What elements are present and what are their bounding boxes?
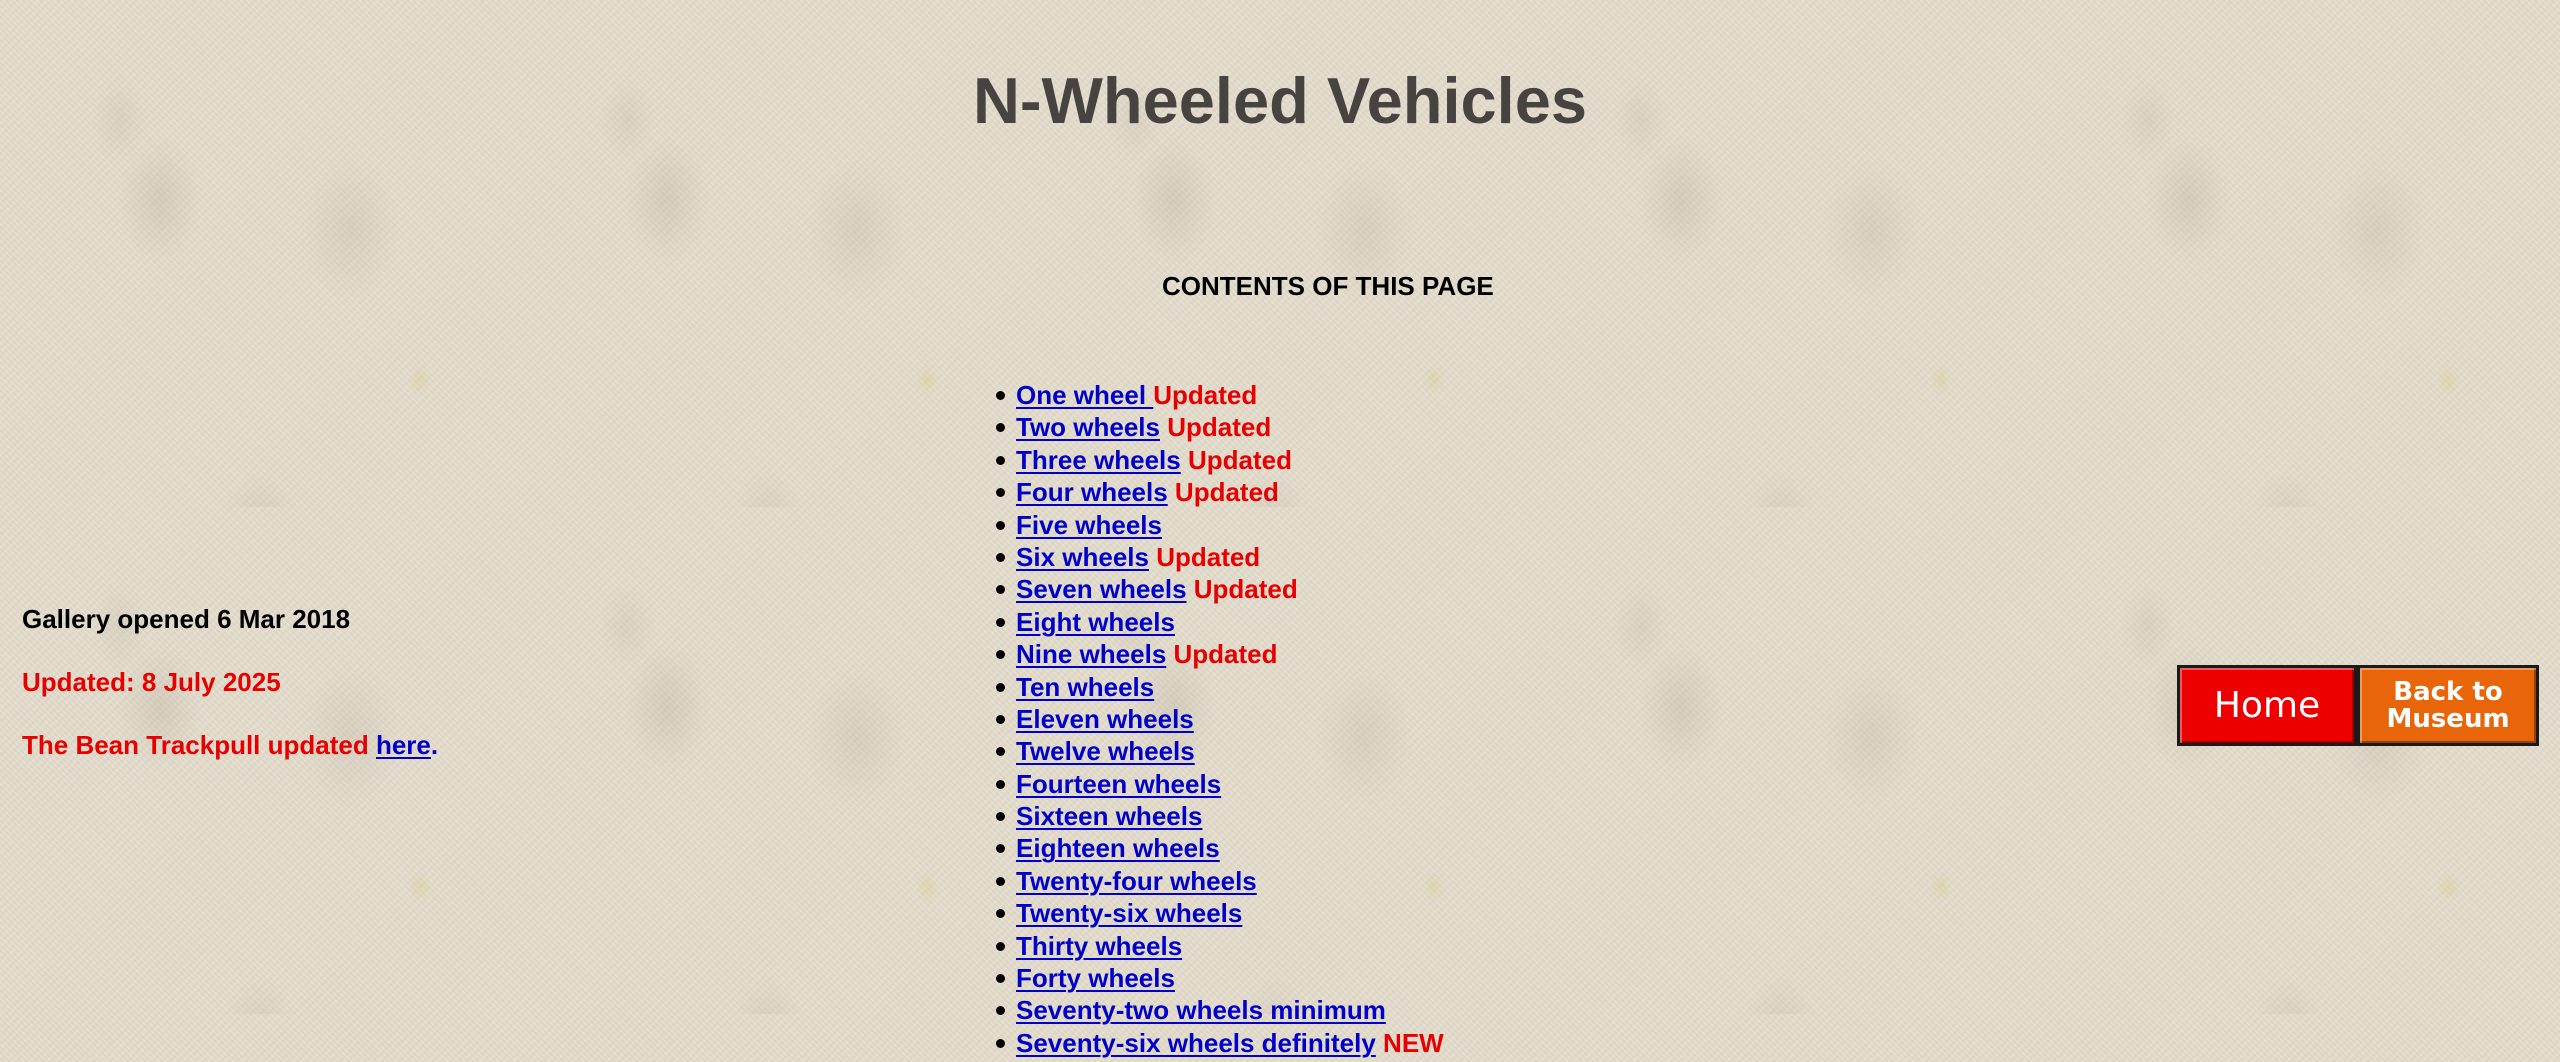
side-info: Gallery opened 6 Mar 2018 Updated: 8 Jul… [22, 603, 438, 761]
updated-tag: Updated [1180, 444, 1292, 475]
list-item: Six wheels Updated [996, 541, 1444, 573]
list-item: Seven wheels Updated [996, 573, 1444, 605]
updated-tag: Updated [1153, 380, 1258, 410]
list-item: Twenty-four wheels [996, 865, 1444, 897]
updated-tag: Updated [1160, 412, 1272, 443]
list-item: Nine wheels Updated [996, 638, 1444, 670]
list-item: Eleven wheels [996, 703, 1444, 735]
list-item: One wheel Updated [996, 379, 1444, 411]
list-item: Twenty-six wheels [996, 897, 1444, 929]
list-item: Seventy-two wheels minimum [996, 994, 1444, 1026]
list-item: Five wheels [996, 509, 1444, 541]
bean-trackpull-period: . [430, 730, 439, 760]
list-item: Eight wheels [996, 606, 1444, 638]
list-item: Forty wheels [996, 962, 1444, 994]
list-item: Seventy-six wheels definitely NEW [996, 1027, 1444, 1059]
list-item: Ten wheels [996, 671, 1444, 703]
link-fourteen-wheels[interactable]: Fourteen wheels [1016, 769, 1221, 799]
link-twenty-six-wheels[interactable]: Twenty-six wheels [1016, 898, 1242, 928]
link-six-wheels[interactable]: Six wheels [1016, 542, 1149, 572]
museum-button-line-2: Museum [2386, 703, 2510, 734]
nav-buttons: Home Back to Museum [2177, 665, 2539, 746]
page-title: N-Wheeled Vehicles [972, 64, 1588, 137]
list-item: Eighteen wheels [996, 832, 1444, 864]
link-thirty-wheels[interactable]: Thirty wheels [1016, 931, 1182, 961]
contents-heading: CONTENTS OF THIS PAGE [1162, 271, 1494, 301]
list-item: Three wheels Updated [996, 444, 1444, 476]
list-item: Thirty wheels [996, 930, 1444, 962]
list-item: Four wheels Updated [996, 476, 1444, 508]
list-item: Two wheels Updated [996, 411, 1444, 443]
home-button-label: Home [2213, 685, 2321, 726]
link-three-wheels[interactable]: Three wheels [1016, 445, 1181, 475]
gallery-opened-text: Gallery opened 6 Mar 2018 [22, 604, 351, 634]
link-two-wheels[interactable]: Two wheels [1016, 412, 1160, 442]
link-four-wheels[interactable]: Four wheels [1016, 477, 1168, 507]
home-button[interactable]: Home [2177, 665, 2357, 746]
link-eleven-wheels[interactable]: Eleven wheels [1016, 704, 1194, 734]
updated-tag: Updated [1148, 541, 1261, 572]
back-to-museum-button[interactable]: Back to Museum [2357, 665, 2539, 746]
contents-list: One wheel Updated Two wheels Updated Thr… [996, 379, 1444, 1059]
link-one-wheel[interactable]: One wheel [1016, 380, 1153, 410]
bean-trackpull-notice: The Bean Trackpull updated here. [22, 729, 438, 761]
list-item: Twelve wheels [996, 735, 1444, 767]
link-nine-wheels[interactable]: Nine wheels [1016, 639, 1166, 669]
link-seventy-six-wheels[interactable]: Seventy-six wheels definitely [1016, 1028, 1376, 1058]
museum-button-line-1: Back to [2393, 676, 2503, 707]
link-twenty-four-wheels[interactable]: Twenty-four wheels [1016, 866, 1257, 896]
link-seventy-two-wheels[interactable]: Seventy-two wheels minimum [1016, 995, 1386, 1025]
new-tag: NEW [1375, 1027, 1444, 1058]
link-eight-wheels[interactable]: Eight wheels [1016, 607, 1175, 637]
updated-tag: Updated [1186, 574, 1298, 605]
last-updated-text: Updated: 8 July 2025 [22, 667, 281, 697]
link-twelve-wheels[interactable]: Twelve wheels [1016, 736, 1195, 766]
link-sixteen-wheels[interactable]: Sixteen wheels [1016, 801, 1202, 831]
link-ten-wheels[interactable]: Ten wheels [1016, 672, 1154, 702]
bean-trackpull-text: The Bean Trackpull updated [22, 730, 376, 760]
link-seven-wheels[interactable]: Seven wheels [1016, 574, 1187, 604]
bean-trackpull-link[interactable]: here [376, 730, 431, 760]
link-five-wheels[interactable]: Five wheels [1016, 510, 1162, 540]
link-eighteen-wheels[interactable]: Eighteen wheels [1016, 833, 1220, 863]
list-item: Fourteen wheels [996, 768, 1444, 800]
updated-tag: Updated [1167, 477, 1279, 508]
link-forty-wheels[interactable]: Forty wheels [1016, 963, 1175, 993]
updated-tag: Updated [1166, 639, 1278, 670]
list-item: Sixteen wheels [996, 800, 1444, 832]
